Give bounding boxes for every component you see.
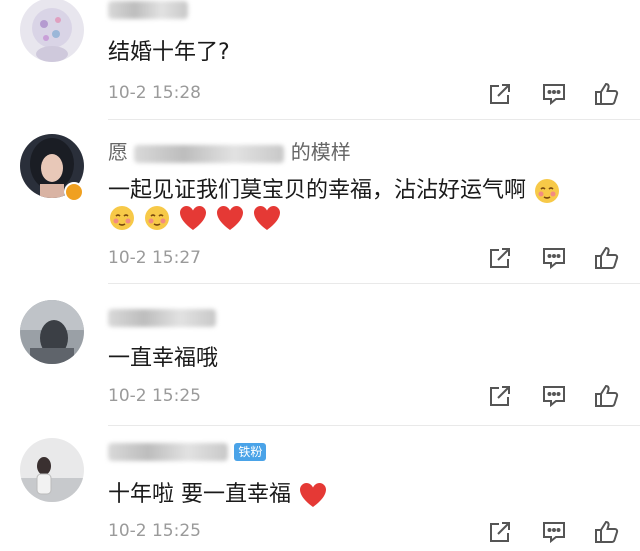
timestamp: 10-2 15:25 bbox=[108, 386, 201, 406]
username[interactable]: 铁粉 bbox=[108, 438, 267, 462]
blush-emoji-icon bbox=[535, 179, 560, 203]
comment-icon[interactable] bbox=[540, 80, 568, 108]
share-icon[interactable] bbox=[486, 382, 514, 410]
comment-text: 一直幸福哦 bbox=[108, 346, 219, 371]
comment-item: 结婚十年了? 10-2 15:28 bbox=[0, 0, 640, 120]
red-heart-icon bbox=[300, 483, 326, 507]
comment-icon[interactable] bbox=[540, 518, 568, 546]
share-icon[interactable] bbox=[486, 244, 514, 272]
emoji-row bbox=[108, 204, 282, 232]
thumbs-up-icon[interactable] bbox=[592, 244, 620, 272]
vip-badge-icon bbox=[64, 182, 84, 202]
comment-text: 十年啦 要一直幸福 bbox=[108, 476, 328, 509]
red-heart-icon bbox=[254, 206, 280, 230]
blush-emoji-icon bbox=[145, 206, 169, 230]
comment-item: 铁粉 十年啦 要一直幸福 10-2 15:25 bbox=[0, 426, 640, 551]
red-heart-icon bbox=[180, 206, 206, 230]
timestamp: 10-2 15:28 bbox=[108, 83, 201, 103]
username[interactable] bbox=[108, 304, 216, 328]
comment-actions bbox=[486, 244, 626, 272]
timestamp: 10-2 15:25 bbox=[108, 521, 201, 541]
comment-text: 一起见证我们莫宝贝的幸福，沾沾好运气啊 bbox=[108, 172, 561, 205]
blush-emoji-icon bbox=[110, 206, 134, 230]
comment-text-content: 十年啦 要一直幸福 bbox=[108, 482, 291, 507]
share-icon[interactable] bbox=[486, 518, 514, 546]
red-heart-icon bbox=[217, 206, 243, 230]
comment-icon[interactable] bbox=[540, 244, 568, 272]
comment-actions bbox=[486, 80, 626, 108]
share-icon[interactable] bbox=[486, 80, 514, 108]
comment-actions bbox=[486, 382, 626, 410]
username-suffix: 的模样 bbox=[290, 140, 351, 164]
username-prefix: 愿 bbox=[108, 140, 128, 164]
avatar[interactable] bbox=[20, 300, 84, 364]
thumbs-up-icon[interactable] bbox=[592, 80, 620, 108]
avatar[interactable] bbox=[20, 438, 84, 502]
username[interactable] bbox=[108, 0, 188, 20]
username[interactable]: 愿 的模样 bbox=[108, 136, 351, 165]
comment-text: 结婚十年了? bbox=[108, 40, 230, 65]
timestamp: 10-2 15:27 bbox=[108, 248, 201, 268]
thumbs-up-icon[interactable] bbox=[592, 382, 620, 410]
thumbs-up-icon[interactable] bbox=[592, 518, 620, 546]
comment-item: 愿 的模样 一起见证我们莫宝贝的幸福，沾沾好运气啊 10-2 15:27 bbox=[0, 120, 640, 284]
comment-item: 一直幸福哦 10-2 15:25 bbox=[0, 284, 640, 426]
fan-badge: 铁粉 bbox=[234, 442, 267, 461]
comment-actions bbox=[486, 518, 626, 546]
comment-icon[interactable] bbox=[540, 382, 568, 410]
avatar[interactable] bbox=[20, 0, 84, 62]
comment-text-content: 一起见证我们莫宝贝的幸福，沾沾好运气啊 bbox=[108, 178, 527, 203]
